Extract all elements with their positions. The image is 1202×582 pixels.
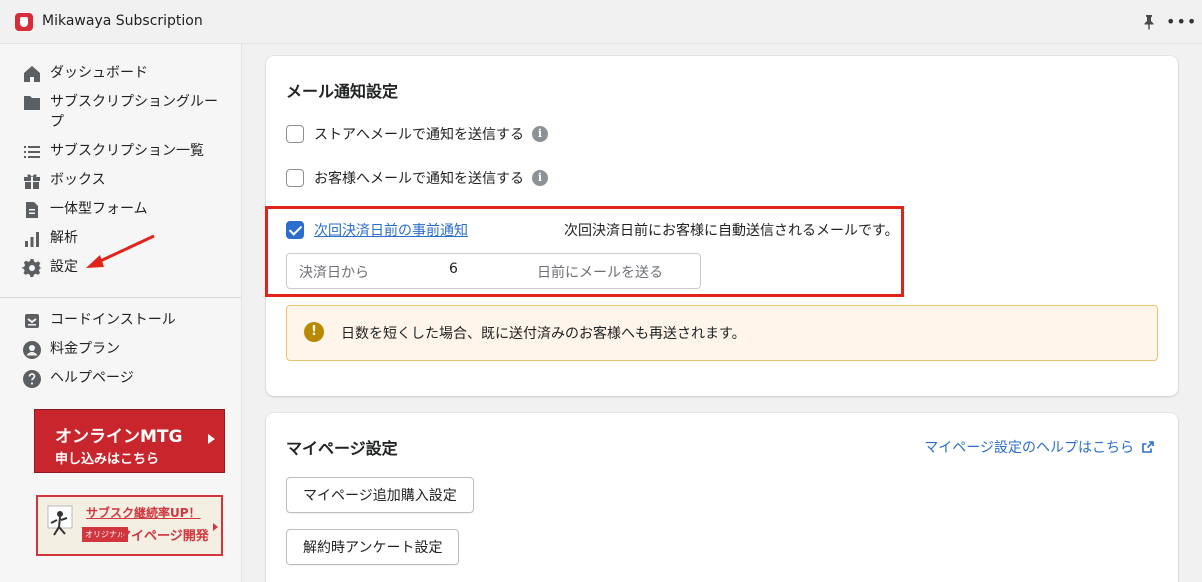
pin-icon[interactable] [1142,14,1156,30]
mypage-dev-banner[interactable]: サブスク継続率UP！ オリジナル マイページ開発 [36,495,223,556]
sidebar-item-label: ボックス [50,172,106,188]
mypage-help-link[interactable]: マイページ設定のヘルプはこちら [924,437,1154,457]
info-icon[interactable]: i [532,170,548,186]
gear-icon [22,259,42,277]
banner-mtg-title: オンラインMTG [55,427,183,447]
top-bar: Mikawaya Subscription ••• [0,0,1202,44]
sidebar-item-code-install[interactable]: コードインストール [22,310,230,331]
code-install-icon [25,314,39,328]
sidebar-item-subscription-list[interactable]: サブスクリプション一覧 [22,141,230,162]
sidebar-item-help[interactable]: ヘルプページ [22,368,230,389]
sidebar-item-label: 一体型フォーム [50,201,148,217]
warning-text: 日数を短くした場合、既に送付済みのお客様へも再送されます。 [341,326,746,342]
gift-icon [24,174,40,189]
online-mtg-banner[interactable]: オンラインMTG 申し込みはこちら [34,409,225,473]
customer-email-option[interactable]: お客様へメールで通知を送信する i [286,168,548,188]
annotation-highlight-box [265,206,904,297]
app-title: Mikawaya Subscription [42,13,203,29]
arrow-right-icon [213,523,218,531]
person-illustration-icon [47,505,73,536]
app-logo-icon [15,13,33,31]
annotation-arrow-icon [86,234,155,268]
store-email-checkbox[interactable] [286,125,304,143]
store-email-option[interactable]: ストアへメールで通知を送信する i [286,124,548,144]
external-link-icon [1142,441,1154,453]
banner-mtg-subtitle: 申し込みはこちら [55,452,160,467]
sidebar-item-label: ヘルプページ [50,370,134,386]
mypage-settings-card: マイページ設定 マイページ設定のヘルプはこちら マイページ追加購入設定 解約時ア… [266,413,1178,582]
sidebar-item-subscription-groups[interactable]: サブスクリプショングループ [22,92,230,132]
customer-email-checkbox[interactable] [286,169,304,187]
email-settings-title: メール通知設定 [286,82,399,101]
sidebar-divider [0,297,241,298]
sidebar-item-pricing[interactable]: 料金プラン [22,339,230,360]
warning-banner: ! 日数を短くした場合、既に送付済みのお客様へも再送されます。 [286,305,1158,361]
sidebar: ダッシュボード サブスクリプショングループ サブスクリプション一覧 ボックス 一… [0,44,242,582]
more-options-icon[interactable]: ••• [1166,12,1197,31]
sidebar-item-label: サブスクリプショングループ [50,94,218,130]
sidebar-item-label: 料金プラン [50,341,120,357]
person-icon [23,341,41,359]
sidebar-item-label: コードインストール [50,312,176,328]
sidebar-item-label: ダッシュボード [50,65,148,81]
mypage-help-link-text[interactable]: マイページ設定のヘルプはこちら [924,437,1134,457]
sidebar-item-dashboard[interactable]: ダッシュボード [22,63,230,84]
info-icon[interactable]: i [532,126,548,142]
sidebar-item-label: サブスクリプション一覧 [50,143,204,159]
home-icon [24,66,40,82]
customer-email-label: お客様へメールで通知を送信する [314,171,524,187]
analytics-icon [25,232,39,247]
banner-mypage-subtitle: マイページ開発 [118,529,209,544]
sidebar-item-form[interactable]: 一体型フォーム [22,199,230,220]
store-email-label: ストアへメールで通知を送信する [314,127,524,143]
arrow-right-icon [208,434,215,444]
warning-icon: ! [304,322,324,342]
banner-mypage-title: サブスク継続率UP！ [86,506,201,520]
folder-icon [24,96,40,110]
list-icon [24,146,40,158]
mypage-settings-title: マイページ設定 [286,439,398,458]
mypage-additional-purchase-button[interactable]: マイページ追加購入設定 [286,477,474,513]
help-icon [23,370,41,388]
sidebar-item-box[interactable]: ボックス [22,170,230,191]
document-icon [26,202,38,218]
cancel-survey-button[interactable]: 解約時アンケート設定 [286,529,460,565]
